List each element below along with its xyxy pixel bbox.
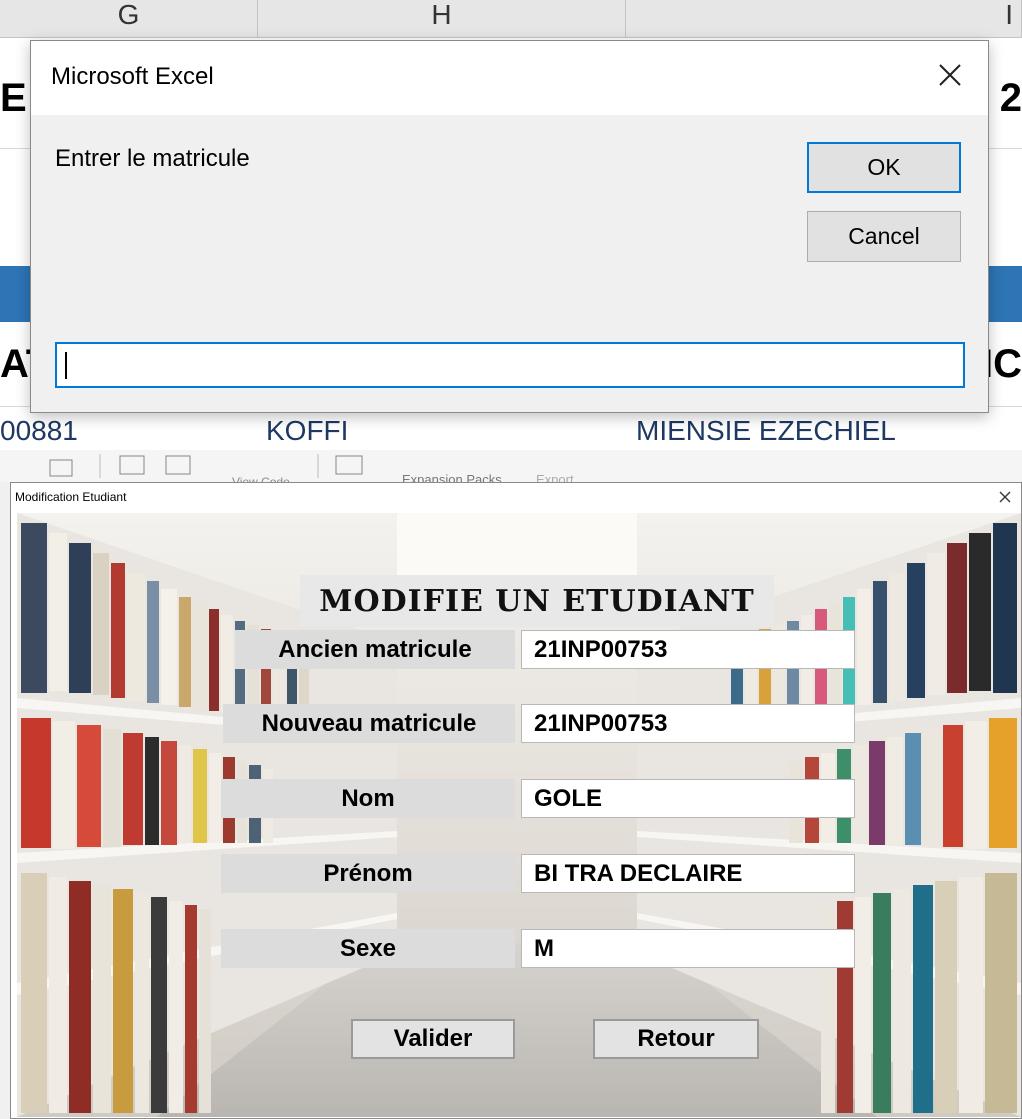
sexe-field[interactable]: M xyxy=(521,929,855,968)
matricule-input[interactable] xyxy=(55,342,965,388)
label-nom: Nom xyxy=(221,779,515,818)
close-icon[interactable] xyxy=(930,55,970,95)
userform-titlebar[interactable]: Modification Etudiant xyxy=(11,483,1021,511)
nouveau-matricule-field[interactable]: 21INP00753 xyxy=(521,704,855,743)
cell-prenom[interactable]: MIENSIE EZECHIEL xyxy=(636,415,896,447)
column-header-i[interactable]: I xyxy=(626,0,1022,38)
dialog-titlebar[interactable]: Microsoft Excel xyxy=(31,41,988,115)
sheet-title-fragment-left: E xyxy=(0,76,27,120)
library-background-image: MODIFIE UN ETUDIANT Ancien matricule 21I… xyxy=(17,513,1021,1117)
userform-title: Modification Etudiant xyxy=(15,490,127,504)
cell-matricule[interactable]: 00881 xyxy=(0,415,78,447)
close-icon[interactable] xyxy=(995,487,1015,507)
vbe-toolbar: View Code Expansion Packs Export xyxy=(0,450,1022,488)
label-ancien-matricule: Ancien matricule xyxy=(235,630,515,669)
ancien-matricule-field[interactable]: 21INP00753 xyxy=(521,630,855,669)
valider-button[interactable]: Valider xyxy=(351,1019,515,1059)
input-box-dialog: Microsoft Excel Entrer le matricule OK C… xyxy=(30,40,989,413)
sheet-title-fragment-right: 2 xyxy=(999,76,1022,120)
form-heading: MODIFIE UN ETUDIANT xyxy=(300,575,774,627)
ok-button[interactable]: OK xyxy=(807,142,961,193)
prenom-field[interactable]: BI TRA DECLAIRE xyxy=(521,854,855,893)
dialog-prompt: Entrer le matricule xyxy=(55,145,250,172)
label-nouveau-matricule: Nouveau matricule xyxy=(223,704,515,743)
column-header-h[interactable]: H xyxy=(258,0,626,38)
label-sexe: Sexe xyxy=(221,929,515,968)
cell-nom[interactable]: KOFFI xyxy=(266,415,348,447)
excel-sheet-area: G H I E 2 AT NC 00881 KOFFI MIENSIE EZEC… xyxy=(0,0,1022,450)
label-prenom: Prénom xyxy=(221,854,515,893)
retour-button[interactable]: Retour xyxy=(593,1019,759,1059)
nom-field[interactable]: GOLE xyxy=(521,779,855,818)
dialog-title: Microsoft Excel xyxy=(51,63,214,90)
cancel-button[interactable]: Cancel xyxy=(807,211,961,262)
column-header-g[interactable]: G xyxy=(0,0,258,38)
userform-window: Modification Etudiant MODIFIE UN ETUDIAN… xyxy=(10,482,1022,1119)
vbe-area: View Code Expansion Packs Export Modific… xyxy=(0,450,1022,1119)
screenshot-root: G H I E 2 AT NC 00881 KOFFI MIENSIE EZEC… xyxy=(0,0,1022,1119)
text-caret xyxy=(65,352,67,379)
